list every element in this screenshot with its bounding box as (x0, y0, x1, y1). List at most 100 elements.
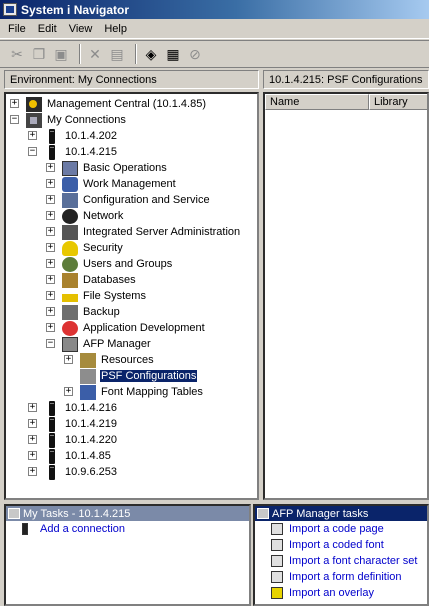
task-label: Add a connection (40, 523, 126, 535)
tree-item-security[interactable]: + Security (46, 240, 124, 256)
tree-item-my-connections[interactable]: − My Connections (10, 112, 127, 128)
afp-tasks-pane: AFP Manager tasks Import a code page Imp… (253, 504, 429, 606)
tree-item-configuration-service[interactable]: + Configuration and Service (46, 192, 211, 208)
options-icon[interactable]: ▦ (164, 45, 182, 63)
content-header: 10.1.4.215: PSF Configurations (263, 70, 429, 89)
tree-item-server[interactable]: + 10.1.4.202 (28, 128, 118, 144)
environment-header: Environment: My Connections (4, 70, 259, 89)
toolbar-separator (79, 44, 81, 64)
tree-item-label: Font Mapping Tables (101, 386, 203, 398)
navigation-tree[interactable]: + Management Central (10.1.4.85) − My Co… (4, 92, 259, 500)
expand-icon[interactable]: + (46, 163, 55, 172)
collapse-icon[interactable]: − (28, 147, 37, 156)
tree-item-afp-manager[interactable]: − AFP Manager (46, 336, 152, 352)
column-label: Name (270, 96, 300, 108)
task-add-connection[interactable]: Add a connection (6, 521, 249, 537)
tree-item-backup[interactable]: + Backup (46, 304, 121, 320)
collapse-icon[interactable]: − (10, 115, 19, 124)
tree-item-font-mapping-tables[interactable]: + Font Mapping Tables (64, 384, 204, 400)
app-icon (3, 3, 17, 16)
expand-icon[interactable]: + (64, 355, 73, 364)
tree-item-psf-configurations[interactable]: PSF Configurations (64, 368, 199, 384)
menu-edit[interactable]: Edit (32, 23, 63, 35)
task-label: Import a form definition (289, 571, 402, 583)
basic-operations-icon (62, 160, 78, 176)
stop-icon[interactable]: ⊘ (186, 45, 204, 63)
menu-file[interactable]: File (2, 23, 32, 35)
title-bar[interactable]: System i Navigator (0, 0, 429, 19)
delete-icon[interactable]: ✕ (86, 45, 104, 63)
properties-icon[interactable]: ▤ (108, 45, 126, 63)
tree-item-application-development[interactable]: + Application Development (46, 320, 206, 336)
expand-icon[interactable]: + (28, 419, 37, 428)
copy-icon[interactable]: ❐ (30, 45, 48, 63)
expand-icon[interactable]: + (28, 451, 37, 460)
expand-icon[interactable]: + (28, 467, 37, 476)
expand-icon[interactable]: + (28, 435, 37, 444)
plugins-icon[interactable]: ◈ (142, 45, 160, 63)
menu-view[interactable]: View (63, 23, 99, 35)
content-path: 10.1.4.215: PSF Configurations (269, 73, 423, 86)
taskpad: My Tasks - 10.1.4.215 Add a connection A… (0, 504, 429, 606)
content-list[interactable]: Name Library (263, 92, 429, 500)
expand-icon[interactable]: + (46, 307, 55, 316)
column-label: Library (374, 96, 408, 108)
task-import-code-page[interactable]: Import a code page (255, 521, 427, 537)
database-icon (62, 272, 78, 288)
overlay-icon (271, 587, 283, 599)
tree-item-users-groups[interactable]: + Users and Groups (46, 256, 173, 272)
paste-icon[interactable]: ▣ (52, 45, 70, 63)
tree-item-label: 10.1.4.216 (65, 402, 117, 414)
tree-item-label: Basic Operations (83, 162, 167, 174)
expand-icon[interactable]: + (28, 131, 37, 140)
tree-item-basic-operations[interactable]: + Basic Operations (46, 160, 168, 176)
tree-item-label: Security (83, 242, 123, 254)
expand-icon[interactable]: + (46, 259, 55, 268)
tree-item-network[interactable]: + Network (46, 208, 124, 224)
expand-icon[interactable]: + (46, 179, 55, 188)
server-icon (49, 128, 55, 144)
tree-item-server[interactable]: + 10.1.4.219 (28, 416, 118, 432)
tree-item-server[interactable]: + 10.1.4.85 (28, 448, 112, 464)
tree-item-management-central[interactable]: + Management Central (10.1.4.85) (10, 96, 207, 112)
tree-item-server[interactable]: + 10.9.6.253 (28, 464, 118, 480)
menu-help[interactable]: Help (98, 23, 133, 35)
tree-item-server[interactable]: + 10.1.4.220 (28, 432, 118, 448)
task-import-form-definition[interactable]: Import a form definition (255, 569, 427, 585)
my-tasks-title: My Tasks - 10.1.4.215 (23, 507, 131, 520)
work-management-icon (62, 176, 78, 192)
cut-icon[interactable]: ✂ (8, 45, 26, 63)
column-header-library[interactable]: Library (369, 94, 427, 110)
expand-icon[interactable]: + (46, 275, 55, 284)
server-icon (49, 464, 55, 480)
tree-item-work-management[interactable]: + Work Management (46, 176, 177, 192)
afp-tasks-title: AFP Manager tasks (272, 507, 369, 520)
expand-icon[interactable]: + (10, 99, 19, 108)
task-import-overlay[interactable]: Import an overlay (255, 585, 427, 601)
column-header-name[interactable]: Name (265, 94, 369, 110)
expand-icon[interactable]: + (46, 323, 55, 332)
expand-icon[interactable]: + (46, 291, 55, 300)
task-import-coded-font[interactable]: Import a coded font (255, 537, 427, 553)
expand-icon[interactable]: + (46, 227, 55, 236)
tree-item-label: 10.1.4.219 (65, 418, 117, 430)
file-systems-icon (62, 294, 78, 302)
task-import-font-character-set[interactable]: Import a font character set (255, 553, 427, 569)
collapse-icon[interactable]: − (46, 339, 55, 348)
tree-item-integrated-server[interactable]: + Integrated Server Administration (46, 224, 241, 240)
my-tasks-pane: My Tasks - 10.1.4.215 Add a connection (4, 504, 251, 606)
expand-icon[interactable]: + (46, 243, 55, 252)
tree-item-server[interactable]: + 10.1.4.216 (28, 400, 118, 416)
tree-item-file-systems[interactable]: + File Systems (46, 288, 147, 304)
resources-icon (80, 352, 96, 368)
tree-item-resources[interactable]: + Resources (64, 352, 155, 368)
expand-icon[interactable]: + (46, 211, 55, 220)
application-development-icon (62, 320, 78, 336)
tree-item-label: Management Central (10.1.4.85) (47, 98, 206, 110)
expand-icon[interactable]: + (46, 195, 55, 204)
tree-item-server[interactable]: − 10.1.4.215 (28, 144, 118, 160)
expand-icon[interactable]: + (28, 403, 37, 412)
expand-icon[interactable]: + (64, 387, 73, 396)
tree-item-databases[interactable]: + Databases (46, 272, 137, 288)
font-mapping-icon (80, 384, 96, 400)
